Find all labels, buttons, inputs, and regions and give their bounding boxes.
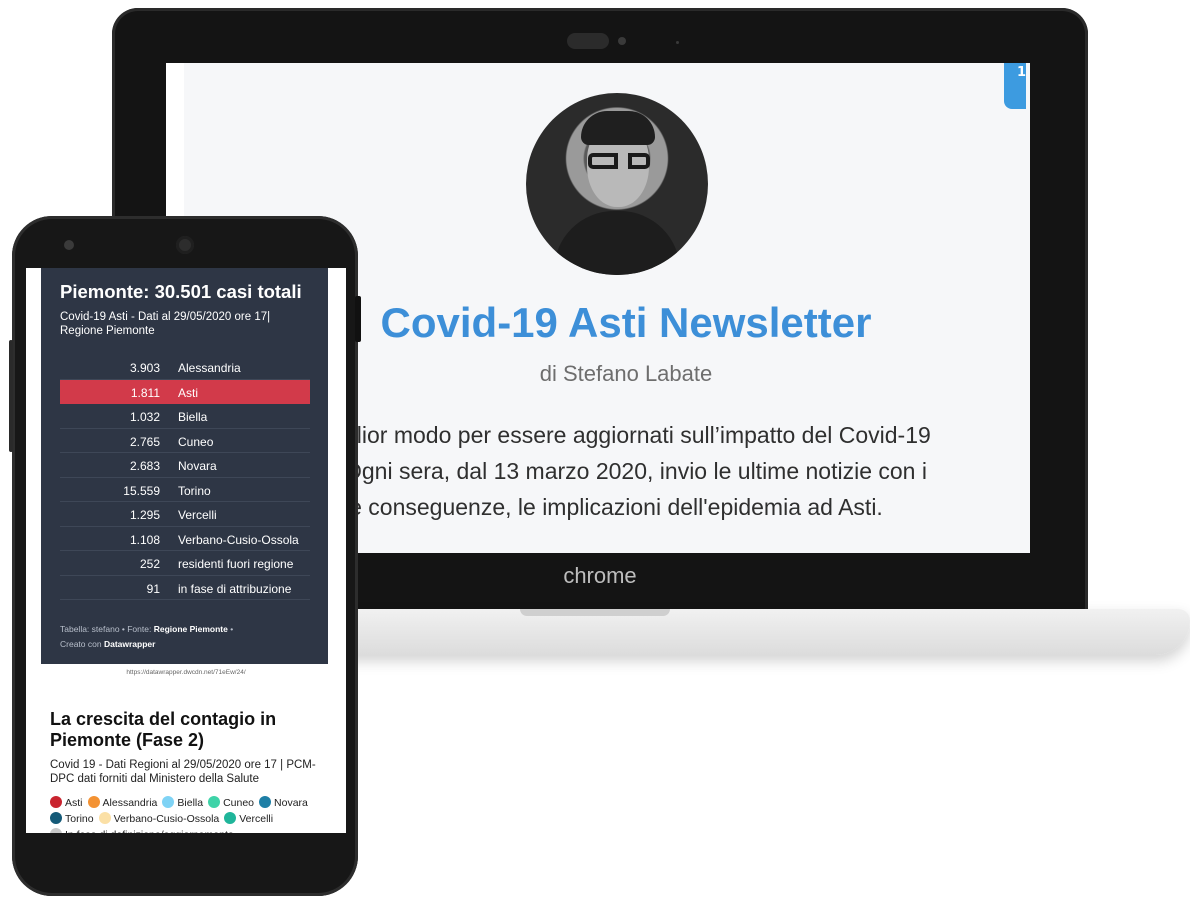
footer-prefix: Tabella: stefano • Fonte:	[60, 624, 154, 634]
table-row: 2.765 Cuneo	[60, 429, 310, 453]
embed-url-link[interactable]: https://datawrapper.dwcdn.net/71eEw/24/	[26, 669, 346, 676]
table-row: 1.295 Vercelli	[60, 502, 310, 527]
legend-label: Alessandria	[102, 797, 158, 809]
cases-value: 15.559	[123, 483, 160, 498]
table-row: 3.903 Alessandria	[60, 355, 310, 380]
cases-value: 2.683	[129, 459, 160, 473]
province-name: Cuneo	[178, 434, 214, 449]
phone-side-button[interactable]	[9, 340, 13, 452]
table-row: 1.032 Biella	[60, 404, 310, 429]
table-row: 1.108 Verbano-Cusio-Ossola	[60, 527, 310, 551]
newsletter-title: Covid-19 Asti Newsletter	[380, 299, 872, 346]
newsletter-description: glior modo per essere aggiornati sull’im…	[344, 417, 1024, 525]
table-title: Piemonte: 30.501 casi totali	[60, 281, 302, 302]
camera-icon	[618, 37, 626, 45]
table-row: 252 residenti fuori regione	[60, 551, 310, 576]
table-row: 91 in fase di attribuzione	[60, 576, 310, 600]
province-name: in fase di attribuzione	[178, 581, 292, 596]
province-name: Verbano-Cusio-Ossola	[178, 532, 299, 547]
phone-screen: Piemonte: 30.501 casi totali Covid-19 As…	[26, 268, 346, 833]
legend-label: Novara	[274, 797, 308, 809]
legend-swatch-icon	[87, 796, 100, 808]
legend-item[interactable]: Torino	[50, 811, 94, 827]
datawrapper-table-card: Piemonte: 30.501 casi totali Covid-19 As…	[41, 268, 328, 664]
legend-swatch-icon	[224, 812, 237, 824]
laptop-camera-bar	[567, 33, 609, 49]
footer-created: Creato con	[60, 639, 104, 649]
chart-legend: Asti Alessandria Biella Cuneo Novara Torino Ve…	[50, 795, 340, 833]
cases-value: 1.811	[130, 385, 160, 400]
legend-swatch-icon	[162, 796, 175, 808]
description-line: Ogni sera, dal 13 marzo 2020, invio le u…	[344, 458, 927, 484]
section-title: La crescita del contagio in Piemonte (Fa…	[50, 709, 277, 750]
province-name: residenti fuori regione	[178, 557, 294, 571]
table-subtitle: Covid-19 Asti - Dati al 29/05/2020 ore 1…	[60, 311, 271, 337]
phone-speaker-icon	[176, 236, 194, 254]
table-row: 15.559 Torino	[60, 478, 310, 502]
avatar-body	[554, 211, 680, 275]
cases-value: 1.295	[129, 508, 160, 522]
legend-swatch-icon	[50, 812, 62, 824]
legend-label: In fase di definizione/aggiornamento	[65, 829, 234, 833]
legend-swatch-icon	[208, 796, 221, 808]
front-camera-icon	[64, 240, 74, 250]
cases-value: 252	[139, 557, 160, 571]
legend-swatch-icon	[98, 812, 111, 824]
chrome-brand-label: chrome	[563, 563, 637, 588]
province-name: Biella	[178, 410, 208, 424]
province-name: Vercelli	[178, 508, 217, 522]
corner-badge[interactable]: 1	[1004, 63, 1026, 109]
description-line: le conseguenze, le implicazioni dell'epi…	[344, 494, 883, 520]
cases-value: 3.903	[129, 361, 160, 375]
phone-volume-button[interactable]	[355, 296, 361, 342]
table-row: 1.811 Asti	[60, 379, 310, 404]
legend-swatch-icon	[50, 828, 62, 833]
author-avatar	[526, 93, 708, 275]
legend-label: Cuneo	[223, 797, 255, 809]
footer-source-link[interactable]: Regione Piemonte	[154, 624, 228, 634]
province-name: Torino	[178, 483, 211, 498]
province-name: Asti	[178, 385, 199, 400]
legend-item[interactable]: Biella	[162, 795, 203, 811]
legend-item[interactable]: Verbano-Cusio-Ossola	[98, 811, 220, 827]
description-line: glior modo per essere aggiornati sull’im…	[344, 422, 931, 448]
avatar-hair	[581, 111, 655, 145]
corner-badge-label: 1	[1017, 65, 1027, 80]
legend-item[interactable]: Vercelli	[224, 811, 273, 827]
legend-item[interactable]: Asti	[50, 795, 83, 811]
province-name: Alessandria	[178, 361, 241, 375]
table-footer: Tabella: stefano • Fonte: Regione Piemon…	[60, 622, 320, 652]
legend-item[interactable]: In fase di definizione/aggiornamento	[50, 827, 234, 833]
section-subtitle: Covid 19 - Dati Regioni al 29/05/2020 or…	[50, 759, 316, 785]
legend-label: Verbano-Cusio-Ossola	[113, 813, 220, 825]
footer-tool-link[interactable]: Datawrapper	[104, 639, 156, 649]
footer-separator: •	[227, 624, 234, 634]
legend-item[interactable]: Novara	[259, 795, 308, 811]
laptop-hinge-notch	[520, 609, 670, 616]
legend-item[interactable]: Cuneo	[208, 795, 254, 811]
legend-label: Biella	[177, 797, 204, 809]
cases-value: 1.032	[129, 410, 160, 424]
microphone-icon	[676, 41, 679, 44]
avatar-glasses	[588, 153, 650, 169]
table-row: 2.683 Novara	[60, 453, 310, 478]
cases-value: 2.765	[129, 434, 160, 449]
cases-value: 1.108	[129, 532, 160, 547]
legend-label: Vercelli	[239, 813, 274, 825]
province-name: Novara	[178, 459, 217, 473]
newsletter-author: di Stefano Labate	[539, 361, 713, 386]
legend-label: Asti	[65, 797, 83, 809]
cases-table: 3.903 Alessandria 1.811 Asti 1.032 Biella 2.76…	[60, 355, 310, 600]
legend-swatch-icon	[50, 796, 62, 808]
legend-item[interactable]: Alessandria	[87, 795, 158, 811]
cases-value: 91	[146, 581, 160, 596]
legend-label: Torino	[65, 813, 94, 825]
legend-swatch-icon	[259, 796, 272, 808]
